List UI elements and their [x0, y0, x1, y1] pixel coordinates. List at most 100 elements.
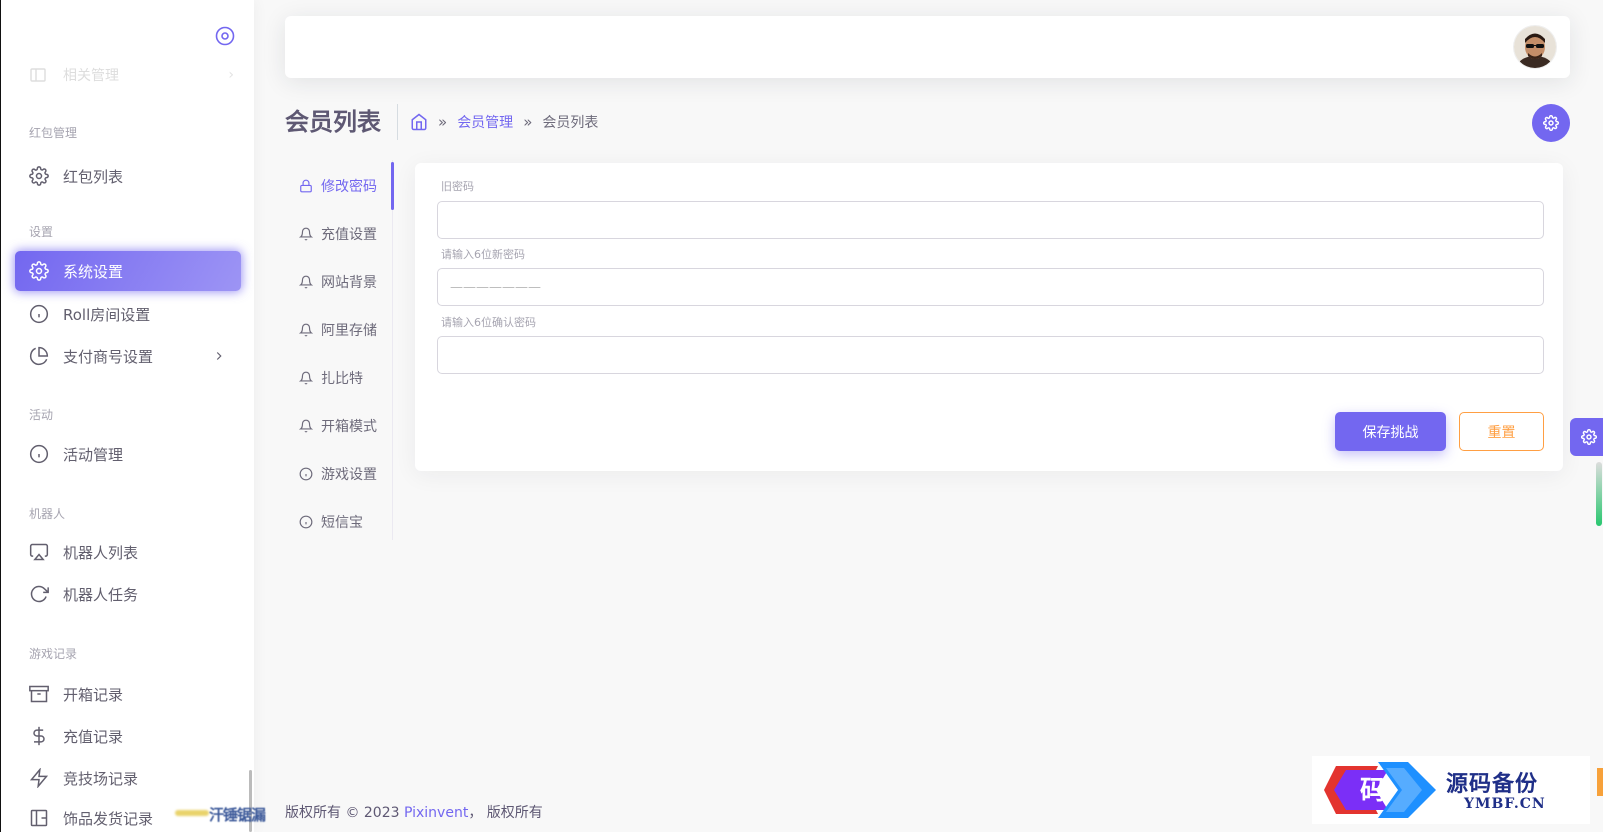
- sidebar-item-label: 开箱记录: [63, 685, 124, 704]
- pie-chart-icon: [29, 346, 49, 366]
- new-password-label: 请输入6位新密码: [441, 248, 525, 261]
- sidebar: 相关管理 › 红包管理 红包列表 设置 系统设置 Roll房间设置 支付商号设置…: [0, 0, 254, 832]
- section-header-redpacket: 红包管理: [29, 126, 78, 140]
- tab-recharge-settings[interactable]: 充值设置: [299, 222, 377, 246]
- tab-ali-storage[interactable]: 阿里存储: [299, 318, 377, 342]
- sidebar-item-roll-room[interactable]: Roll房间设置: [15, 294, 241, 334]
- sidebar-item-label: 系统设置: [63, 262, 124, 281]
- section-header-robot: 机器人: [29, 507, 66, 521]
- tab-label: 扎比特: [321, 371, 363, 387]
- tab-box-mode[interactable]: 开箱模式: [299, 414, 377, 438]
- archive-icon: [29, 685, 49, 703]
- breadcrumb-current: 会员列表: [542, 115, 599, 131]
- user-avatar-image: [1514, 26, 1556, 68]
- tab-site-background[interactable]: 网站背景: [299, 270, 377, 294]
- sidebar-item-label: 活动管理: [63, 445, 124, 464]
- home-icon[interactable]: [410, 113, 428, 131]
- page-settings-button[interactable]: [1532, 104, 1570, 142]
- info-icon: [29, 444, 49, 464]
- sidebar-item-recharge-records[interactable]: 充值记录: [15, 716, 241, 756]
- page-title: 会员列表: [285, 104, 398, 140]
- watermark-zh-text: 源码备份: [1446, 771, 1539, 797]
- chevron-right-icon: ›: [228, 67, 234, 83]
- tab-label: 短信宝: [321, 515, 363, 531]
- gear-icon: [1543, 115, 1559, 131]
- sidebar-item-faded[interactable]: 相关管理 ›: [29, 64, 234, 86]
- sidebar-item-label: 竞技场记录: [63, 769, 139, 788]
- info-icon: [29, 304, 49, 324]
- sidebar-item-box-records[interactable]: 开箱记录: [15, 674, 241, 714]
- watermark-arrow-icon: 码: [1324, 762, 1436, 818]
- bell-icon: [299, 323, 313, 337]
- section-header-activity: 活动: [29, 408, 54, 422]
- sidebar-item-robot-list[interactable]: 机器人列表: [15, 532, 241, 572]
- breadcrumb-separator: »: [438, 113, 448, 131]
- change-password-card: 旧密码 请输入6位新密码 请输入6位确认密码 保存挑战 重置: [415, 163, 1563, 471]
- bell-icon: [299, 371, 313, 385]
- svg-text:码: 码: [1360, 776, 1386, 806]
- settings-tabs: 修改密码 充值设置 网站背景 阿里存储 扎比特 开箱模式 游戏设置 短信宝: [285, 160, 394, 540]
- watermark-logo: 码 源码备份 YMBF.CN: [1312, 756, 1590, 824]
- chevron-right-icon: [216, 352, 222, 360]
- brand-logo-blurred: [1, 14, 141, 46]
- sidebar-brand[interactable]: [1, 0, 254, 58]
- tab-label: 阿里存储: [321, 323, 377, 339]
- theme-customizer-toggle[interactable]: [1570, 418, 1603, 456]
- sidebar-item-label: 相关管理: [63, 68, 119, 84]
- confirm-password-input[interactable]: [437, 336, 1544, 374]
- footer-blurred-logo: 汗锤锯漏: [175, 804, 280, 824]
- columns-icon: [30, 809, 48, 827]
- page-scrollbar[interactable]: [1596, 462, 1602, 526]
- gear-icon: [29, 261, 49, 281]
- tab-label: 网站背景: [321, 275, 377, 291]
- sidebar-item-label: 红包列表: [63, 167, 124, 186]
- airplay-icon: [29, 543, 49, 561]
- reset-button[interactable]: 重置: [1459, 412, 1544, 451]
- tab-zbit[interactable]: 扎比特: [299, 366, 363, 390]
- breadcrumb-link-member-mgmt[interactable]: 会员管理: [457, 112, 513, 132]
- gear-icon: [29, 166, 49, 186]
- tab-game-settings[interactable]: 游戏设置: [299, 462, 377, 486]
- save-button[interactable]: 保存挑战: [1335, 412, 1446, 451]
- sidebar-toggle-icon[interactable]: [215, 26, 235, 46]
- sidebar-item-activity[interactable]: 活动管理: [15, 434, 241, 474]
- dollar-icon: [33, 726, 45, 746]
- sidebar-item-system-settings[interactable]: 系统设置: [15, 251, 241, 291]
- sidebar-item-label: 充值记录: [63, 727, 124, 746]
- info-icon: [299, 515, 313, 529]
- new-password-input[interactable]: [437, 268, 1544, 306]
- top-navbar: [285, 16, 1570, 78]
- lock-icon: [300, 179, 312, 193]
- old-password-input[interactable]: [437, 201, 1544, 239]
- breadcrumb-separator: »: [523, 113, 533, 131]
- layout-icon: [30, 68, 46, 82]
- refresh-icon: [30, 585, 49, 603]
- info-icon: [299, 467, 313, 481]
- sidebar-item-label: 机器人任务: [63, 585, 139, 604]
- footer-brand-link[interactable]: Pixinvent: [404, 805, 468, 821]
- tab-label: 充值设置: [321, 227, 377, 243]
- sidebar-item-arena-records[interactable]: 竞技场记录: [15, 758, 241, 798]
- sidebar-item-label: 饰品发货记录: [63, 809, 154, 828]
- sidebar-item-label: 机器人列表: [63, 543, 139, 562]
- gear-icon: [1581, 429, 1597, 445]
- footer-copyright: 版权所有 © 2023 Pixinvent， 版权所有: [285, 802, 543, 822]
- sidebar-item-redpacket-list[interactable]: 红包列表: [15, 156, 241, 196]
- footer-prefix: 版权所有 © 2023: [285, 805, 404, 821]
- sidebar-item-robot-task[interactable]: 机器人任务: [15, 574, 241, 614]
- sidebar-item-payment-account[interactable]: 支付商号设置: [15, 336, 241, 376]
- bell-icon: [299, 275, 313, 289]
- section-header-settings: 设置: [29, 225, 54, 239]
- zap-icon: [29, 768, 49, 788]
- edge-decoration: [1597, 768, 1603, 796]
- sidebar-item-label: Roll房间设置: [63, 305, 151, 324]
- footer-suffix: ， 版权所有: [468, 805, 543, 821]
- section-header-game-records: 游戏记录: [29, 647, 78, 661]
- tab-label: 修改密码: [321, 179, 377, 195]
- bell-icon: [299, 227, 313, 241]
- avatar[interactable]: [1514, 26, 1556, 68]
- tab-sms-bao[interactable]: 短信宝: [299, 510, 363, 534]
- tab-change-password[interactable]: 修改密码: [299, 174, 377, 198]
- confirm-password-label: 请输入6位确认密码: [441, 316, 536, 329]
- breadcrumb: » 会员管理 » 会员列表: [410, 110, 598, 134]
